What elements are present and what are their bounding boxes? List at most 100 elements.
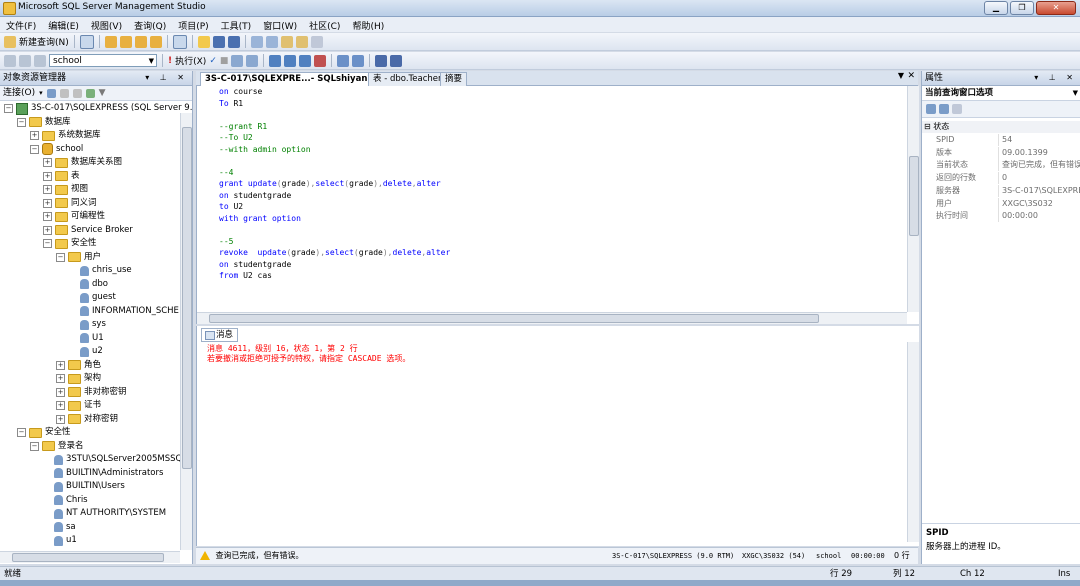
collapse-icon[interactable]: − <box>17 117 26 127</box>
save-icon[interactable] <box>212 35 225 48</box>
minimize-button[interactable]: ▁ <box>984 1 1008 15</box>
tree-node[interactable]: + 表 <box>43 170 80 183</box>
property-pages-icon[interactable] <box>952 104 962 114</box>
tree-node[interactable]: u1 <box>43 534 77 546</box>
tree-node[interactable]: + 架构 <box>56 372 101 385</box>
tree-node[interactable]: INFORMATION_SCHE <box>69 305 179 318</box>
property-row[interactable]: 执行时间 00:00:00 <box>922 210 1080 223</box>
categorized-icon[interactable] <box>926 104 936 114</box>
results-to-file-icon[interactable] <box>299 54 312 67</box>
new-file-icon[interactable] <box>79 34 94 49</box>
expand-icon[interactable]: + <box>56 401 65 410</box>
refresh-icon[interactable] <box>85 88 95 98</box>
tree-node[interactable]: U1 <box>69 332 104 345</box>
expand-icon[interactable]: + <box>56 360 65 370</box>
document-tab[interactable]: 表 - dbo.Teacher <box>368 72 447 86</box>
tree-node[interactable]: + 系统数据库 <box>30 129 101 142</box>
collapse-icon[interactable]: − <box>30 441 39 451</box>
scrollbar-thumb[interactable] <box>182 127 192 469</box>
available-databases-icon[interactable] <box>34 54 46 67</box>
change-connection-icon[interactable] <box>19 54 31 67</box>
property-row[interactable]: SPID 54 <box>922 134 1080 146</box>
collapse-icon[interactable]: − <box>30 144 39 154</box>
tree-node[interactable]: BUILTIN\Administrators <box>43 467 163 480</box>
include-plan-icon[interactable] <box>314 54 327 67</box>
tree-node[interactable]: sys <box>69 318 106 331</box>
tree-node[interactable]: + 同义词 <box>43 197 97 210</box>
results-to-grid-icon[interactable] <box>284 54 297 67</box>
menu-item[interactable]: 项目(P) <box>172 17 214 32</box>
tree-node[interactable]: Chris <box>43 494 88 507</box>
properties-category[interactable]: ⊟ 状态 <box>922 121 1080 133</box>
property-row[interactable]: 返回的行数 0 <box>922 172 1080 185</box>
decrease-indent-icon[interactable] <box>375 54 388 67</box>
menu-item[interactable]: 窗口(W) <box>257 17 303 32</box>
expand-icon[interactable]: + <box>43 158 52 167</box>
disconnect-icon[interactable] <box>59 88 69 98</box>
tree-node[interactable]: − 数据库 <box>17 116 71 129</box>
collapse-icon[interactable]: − <box>4 104 13 113</box>
tree-node[interactable]: + 非对称密钥 <box>56 386 127 399</box>
pin-icon[interactable]: ▾ ⊥ ✕ <box>1034 71 1077 85</box>
tree-node[interactable]: chris_use <box>69 264 132 277</box>
dmx-query-icon[interactable] <box>149 35 162 48</box>
pin-icon[interactable]: ▾ ⊥ ✕ <box>145 71 188 85</box>
tree-vertical-scrollbar[interactable] <box>180 113 192 550</box>
menu-item[interactable]: 编辑(E) <box>42 17 85 32</box>
expand-icon[interactable]: + <box>43 212 52 221</box>
comment-out-icon[interactable] <box>337 54 350 67</box>
code-area[interactable]: on course To R1 --grant R1 --To U2 --with a… <box>219 86 450 282</box>
properties-object-select[interactable]: 当前查询窗口选项 ▼ <box>922 86 1080 101</box>
menu-item[interactable]: 帮助(H) <box>346 17 390 32</box>
estimated-plan-icon[interactable] <box>231 54 244 67</box>
filter-icon[interactable]: ▼ <box>99 86 106 100</box>
properties-icon[interactable] <box>295 35 308 48</box>
connect-server-icon[interactable] <box>46 88 56 98</box>
tree-node[interactable]: − 3S-C-017\SQLEXPRESS (SQL Server 9.0 <box>4 102 192 115</box>
tree-node[interactable]: + 可编程性 <box>43 210 105 223</box>
menu-item[interactable]: 社区(C) <box>303 17 346 32</box>
scrollbar-thumb[interactable] <box>12 553 164 562</box>
template-explorer-icon[interactable] <box>280 35 293 48</box>
property-row[interactable]: 用户 XXGC\3S032 <box>922 197 1080 210</box>
tree-node[interactable]: BUILTIN\Users <box>43 480 125 493</box>
registered-servers-icon[interactable] <box>250 35 263 48</box>
menu-item[interactable]: 视图(V) <box>85 17 128 32</box>
cancel-query-icon[interactable]: ■ <box>220 56 229 66</box>
expand-icon[interactable]: + <box>56 387 65 397</box>
tree-node[interactable]: sa <box>43 521 76 534</box>
editor-horizontal-scrollbar[interactable] <box>197 312 907 324</box>
uncomment-icon[interactable] <box>352 54 365 67</box>
document-tab[interactable]: 摘要 <box>440 72 468 86</box>
expand-icon[interactable]: + <box>30 131 39 140</box>
query-designer-icon[interactable] <box>246 54 259 67</box>
maximize-button[interactable]: ❐ <box>1010 1 1034 15</box>
open-file-icon[interactable] <box>197 35 210 48</box>
tree-node[interactable]: + 对称密钥 <box>56 413 118 426</box>
execute-button[interactable]: 执行(X) <box>175 54 206 67</box>
expand-icon[interactable]: + <box>43 185 52 194</box>
close-button[interactable]: ✕ <box>1036 1 1076 15</box>
tree-node[interactable]: − 登录名 <box>30 440 84 453</box>
sql-editor[interactable]: on course To R1 --grant R1 --To U2 --with a… <box>196 86 919 324</box>
tab-list-icon[interactable]: ▼ <box>898 71 904 80</box>
object-explorer-icon[interactable] <box>265 35 278 48</box>
tree-node[interactable]: + 视图 <box>43 183 88 196</box>
increase-indent-icon[interactable] <box>390 54 403 67</box>
connect-dropdown[interactable]: 连接(O) <box>3 86 35 100</box>
tree-node[interactable]: guest <box>69 291 116 304</box>
tree-node[interactable]: NT AUTHORITY\SYSTEM <box>43 507 166 520</box>
tree-node[interactable]: + 角色 <box>56 359 101 372</box>
analysis-query-icon[interactable] <box>119 35 132 48</box>
toolbox-icon[interactable] <box>310 35 323 48</box>
results-to-text-icon[interactable] <box>269 54 282 67</box>
tree-node[interactable]: dbo <box>69 278 108 291</box>
alphabetical-icon[interactable] <box>939 104 949 114</box>
scrollbar-thumb[interactable] <box>909 156 919 236</box>
messages-tab[interactable]: 消息 <box>201 328 239 342</box>
property-row[interactable]: 当前状态 查询已完成，但有错误 <box>922 159 1080 172</box>
parse-icon[interactable]: ✓ <box>209 56 217 66</box>
results-vertical-scrollbar[interactable] <box>907 342 919 542</box>
menu-item[interactable]: 文件(F) <box>0 17 42 32</box>
mdx-query-icon[interactable] <box>134 35 147 48</box>
